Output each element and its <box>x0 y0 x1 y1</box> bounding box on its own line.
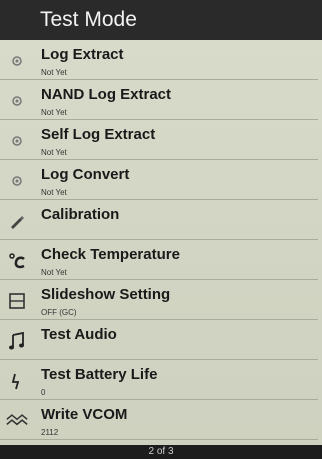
menu-item-status: Not Yet <box>41 148 67 157</box>
menu-item-label: Slideshow Setting <box>41 286 171 303</box>
menu-item-status: Not Yet <box>41 108 67 117</box>
pen-icon <box>6 210 28 232</box>
music-note-icon <box>6 330 28 352</box>
battery-bolt-icon <box>6 370 28 392</box>
menu-item-label: Test Battery Life <box>41 366 158 383</box>
menu-item-label: NAND Log Extract <box>41 86 172 103</box>
page-title: Test Mode <box>0 0 322 40</box>
gear-icon <box>6 90 28 112</box>
menu-item-log-extract[interactable]: Log Extract Not Yet <box>0 40 318 80</box>
page-indicator: 2 of 3 <box>0 445 322 459</box>
menu-item-status: Not Yet <box>41 188 67 197</box>
gear-icon <box>6 170 28 192</box>
celsius-icon <box>6 250 28 272</box>
menu-item-status: OFF (GC) <box>41 308 77 317</box>
menu-item-nand-log-extract[interactable]: NAND Log Extract Not Yet <box>0 80 318 120</box>
menu-item-self-log-extract[interactable]: Self Log Extract Not Yet <box>0 120 318 160</box>
menu-item-label: Log Convert <box>41 166 130 183</box>
menu-item-status: Not Yet <box>41 268 67 277</box>
menu-item-calibration[interactable]: Calibration <box>0 200 318 240</box>
test-mode-menu: Log Extract Not Yet NAND Log Extract Not… <box>0 40 322 445</box>
menu-item-status: 0 <box>41 388 46 397</box>
menu-item-label: Test Audio <box>41 326 117 343</box>
menu-item-label: Log Extract <box>41 46 124 63</box>
menu-item-slideshow-setting[interactable]: Slideshow Setting OFF (GC) <box>0 280 318 320</box>
menu-item-label: Check Temperature <box>41 246 180 263</box>
slideshow-icon <box>6 290 28 312</box>
menu-item-label: Write VCOM <box>41 406 128 423</box>
menu-item-status: Not Yet <box>41 68 67 77</box>
menu-item-check-temperature[interactable]: Check Temperature Not Yet <box>0 240 318 280</box>
wave-icon <box>6 410 28 432</box>
menu-item-test-audio[interactable]: Test Audio <box>0 320 318 360</box>
menu-item-label: Self Log Extract <box>41 126 156 143</box>
menu-item-test-battery-life[interactable]: Test Battery Life 0 <box>0 360 318 400</box>
menu-item-label: Calibration <box>41 206 120 223</box>
menu-item-status: 2112 <box>41 428 59 437</box>
menu-item-log-convert[interactable]: Log Convert Not Yet <box>0 160 318 200</box>
menu-item-write-vcom[interactable]: Write VCOM 2112 <box>0 400 318 440</box>
test-mode-screen: Test Mode Log Extract Not Yet NAND Log E… <box>0 0 322 459</box>
gear-icon <box>6 130 28 152</box>
gear-icon <box>6 50 28 72</box>
